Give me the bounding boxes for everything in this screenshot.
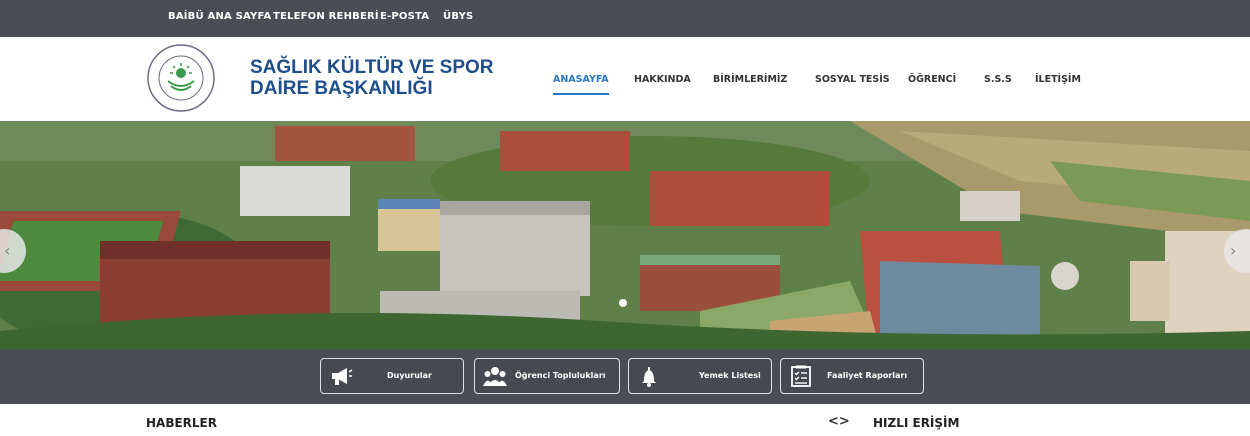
quick-access-nav-arrows[interactable]: <>	[828, 414, 850, 429]
quick-link-student-clubs[interactable]: Öğrenci Toplulukları	[474, 358, 620, 394]
news-section-title: HABERLER	[146, 416, 217, 430]
slider-indicator-dot[interactable]	[619, 299, 627, 307]
site-title-line1: SAĞLIK KÜLTÜR VE SPOR	[250, 57, 494, 78]
quick-link-label: Duyurular	[387, 371, 432, 380]
quick-link-menu[interactable]: Yemek Listesi	[628, 358, 772, 394]
nav-item-contact[interactable]: İLETİŞİM	[1035, 74, 1081, 85]
megaphone-icon	[332, 368, 353, 385]
quick-link-label: Faaliyet Raporları	[827, 371, 908, 380]
quick-link-label: Öğrenci Toplulukları	[515, 371, 606, 380]
nav-item-faq[interactable]: S.S.S	[984, 74, 1012, 85]
bell-icon	[642, 367, 656, 387]
quick-links-bar: Duyurular Öğrenci Toplulukları Yemek Lis…	[0, 349, 1250, 404]
chevron-left-icon: ‹	[4, 241, 11, 260]
chevron-right-icon: ›	[1230, 241, 1237, 260]
site-header: SAĞLIK KÜLTÜR VE SPOR DAİRE BAŞKANLIĞI A…	[0, 37, 1250, 121]
quick-link-activity-reports[interactable]: Faaliyet Raporları	[780, 358, 924, 394]
top-bar: BAİBÜ ANA SAYFA TELEFON REHBERİ E-POSTA …	[0, 0, 1250, 37]
hero-slider[interactable]: ‹ ›	[0, 121, 1250, 349]
nav-item-about[interactable]: HAKKINDA	[634, 74, 691, 85]
topbar-link-ubys[interactable]: ÜBYS	[443, 11, 473, 22]
university-logo[interactable]	[146, 43, 216, 113]
nav-item-home[interactable]: ANASAYFA	[553, 74, 609, 85]
campus-aerial-image	[0, 121, 1250, 349]
topbar-link-phonebook[interactable]: TELEFON REHBERİ	[273, 11, 379, 22]
quick-link-label: Yemek Listesi	[699, 371, 761, 380]
topbar-link-email[interactable]: E-POSTA	[380, 11, 429, 22]
nav-item-student[interactable]: ÖĞRENCİ	[908, 74, 956, 85]
quick-access-section-title: HIZLI ERİŞİM	[873, 416, 960, 430]
topbar-link-home[interactable]: BAİBÜ ANA SAYFA	[168, 11, 271, 22]
site-title[interactable]: SAĞLIK KÜLTÜR VE SPOR DAİRE BAŞKANLIĞI	[250, 57, 494, 99]
nav-item-units[interactable]: BİRİMLERİMİZ	[713, 74, 787, 85]
report-icon	[791, 365, 811, 387]
site-title-line2: DAİRE BAŞKANLIĞI	[250, 78, 433, 99]
group-icon	[483, 367, 507, 386]
quick-link-announcements[interactable]: Duyurular	[320, 358, 464, 394]
nav-active-underline	[553, 93, 609, 95]
nav-item-social-facility[interactable]: SOSYAL TESİS	[815, 74, 890, 85]
